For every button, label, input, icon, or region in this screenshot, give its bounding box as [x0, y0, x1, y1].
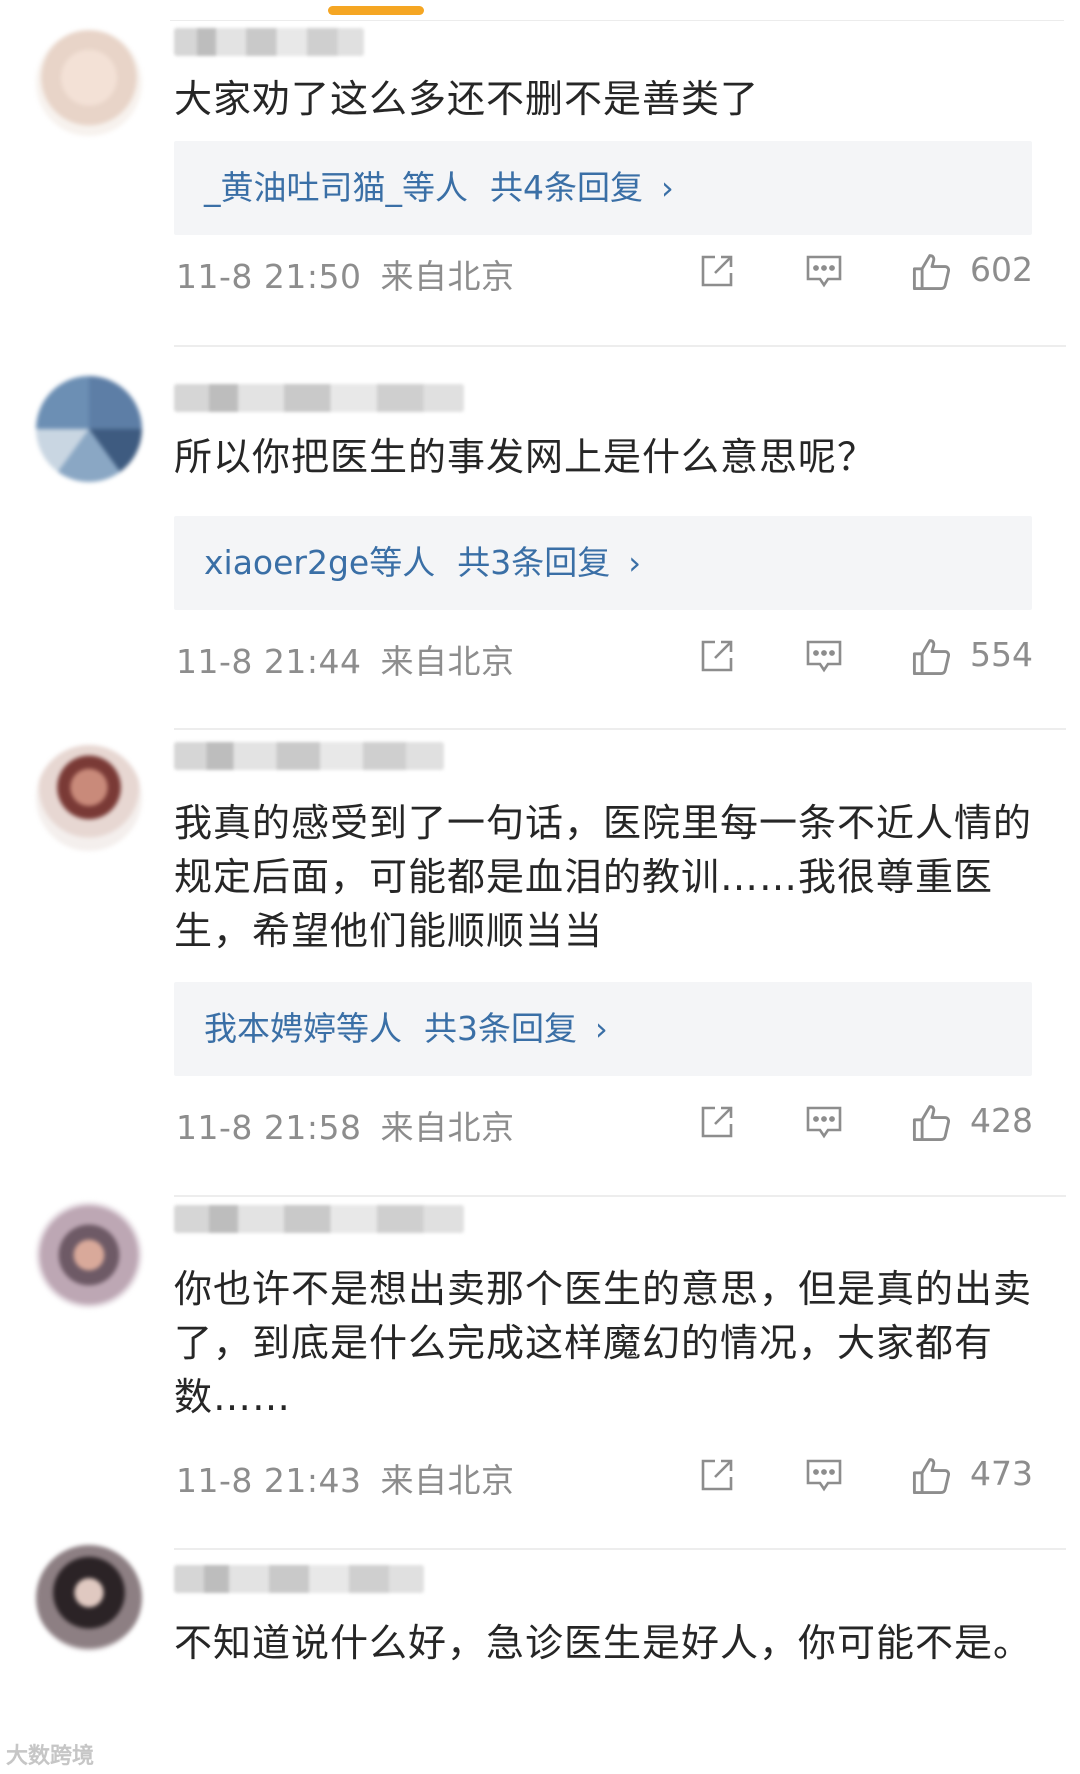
- reply-summary[interactable]: xiaoer2ge等人 共3条回复 ›: [174, 516, 1032, 610]
- comment-text: 不知道说什么好，急诊医生是好人，你可能不是。: [174, 1621, 1033, 1665]
- comment-icon[interactable]: [804, 636, 844, 676]
- reply-names[interactable]: 我本娉婷: [204, 1009, 336, 1048]
- comment-meta: 11-8 21:58 来自北京: [176, 1101, 515, 1149]
- timestamp: 11-8 21:44: [176, 642, 362, 681]
- timestamp: 11-8 21:43: [176, 1461, 362, 1500]
- chevron-right-icon: ›: [595, 1010, 608, 1048]
- share-icon[interactable]: [697, 251, 737, 291]
- share-icon[interactable]: [697, 1102, 737, 1142]
- location: 来自北京: [380, 642, 515, 681]
- like-count: 473: [970, 1454, 1033, 1493]
- avatar[interactable]: [36, 745, 142, 851]
- avatar[interactable]: [36, 1202, 142, 1308]
- chevron-right-icon: ›: [661, 169, 674, 207]
- username[interactable]: [174, 384, 464, 412]
- reply-count[interactable]: 共3条回复: [424, 1009, 577, 1048]
- comment-text: 我真的感受到了一句话，医院里每一条不近人情的规定后面，可能都是血泪的教训……我很…: [174, 801, 1033, 953]
- like-count: 602: [970, 250, 1033, 289]
- scroll-indicator: [328, 6, 424, 15]
- location: 来自北京: [380, 1461, 515, 1500]
- like-icon[interactable]: [910, 249, 954, 293]
- divider: [174, 1548, 1066, 1550]
- comment-text: 你也许不是想出卖那个医生的意思，但是真的出卖了，到底是什么完成这样魔幻的情况，大…: [174, 1267, 1033, 1419]
- comment-text: 大家劝了这么多还不删不是善类了: [174, 77, 760, 121]
- like-count: 554: [970, 635, 1033, 674]
- divider: [174, 728, 1066, 730]
- timestamp: 11-8 21:58: [176, 1108, 362, 1147]
- username[interactable]: [174, 1205, 464, 1233]
- reply-names[interactable]: xiaoer2ge: [204, 543, 369, 582]
- share-icon[interactable]: [697, 1455, 737, 1495]
- reply-suffix: 等人: [402, 168, 468, 207]
- divider: [170, 20, 1064, 21]
- username[interactable]: [174, 28, 364, 56]
- chevron-right-icon: ›: [628, 544, 642, 582]
- location: 来自北京: [380, 257, 515, 296]
- comment-icon[interactable]: [804, 251, 844, 291]
- username[interactable]: [174, 742, 444, 770]
- avatar[interactable]: [36, 1545, 142, 1651]
- divider: [174, 345, 1066, 347]
- comment-meta: 11-8 21:44 来自北京: [176, 635, 515, 683]
- comment-icon[interactable]: [804, 1455, 844, 1495]
- reply-count[interactable]: 共3条回复: [457, 543, 610, 582]
- comment-icon[interactable]: [804, 1102, 844, 1142]
- location: 来自北京: [380, 1108, 515, 1147]
- reply-summary[interactable]: _黄油吐司猫_等人 共4条回复 ›: [174, 141, 1032, 235]
- reply-suffix: 等人: [369, 543, 436, 582]
- username[interactable]: [174, 1565, 424, 1593]
- like-count: 428: [970, 1101, 1033, 1140]
- avatar[interactable]: [36, 30, 142, 136]
- comment-text: 所以你把医生的事发网上是什么意思呢？: [174, 435, 877, 479]
- comment-meta: 11-8 21:43 来自北京: [176, 1454, 515, 1502]
- reply-suffix: 等人: [336, 1009, 402, 1048]
- divider: [174, 1195, 1066, 1197]
- like-icon[interactable]: [910, 1453, 954, 1497]
- watermark: 大数跨境: [6, 1744, 95, 1769]
- reply-summary[interactable]: 我本娉婷等人 共3条回复 ›: [174, 982, 1032, 1076]
- avatar[interactable]: [36, 376, 142, 482]
- share-icon[interactable]: [697, 636, 737, 676]
- reply-names[interactable]: _黄油吐司猫_: [204, 168, 402, 207]
- timestamp: 11-8 21:50: [176, 257, 362, 296]
- like-icon[interactable]: [910, 634, 954, 678]
- comment-meta: 11-8 21:50 来自北京: [176, 250, 515, 298]
- reply-count[interactable]: 共4条回复: [490, 168, 643, 207]
- like-icon[interactable]: [910, 1100, 954, 1144]
